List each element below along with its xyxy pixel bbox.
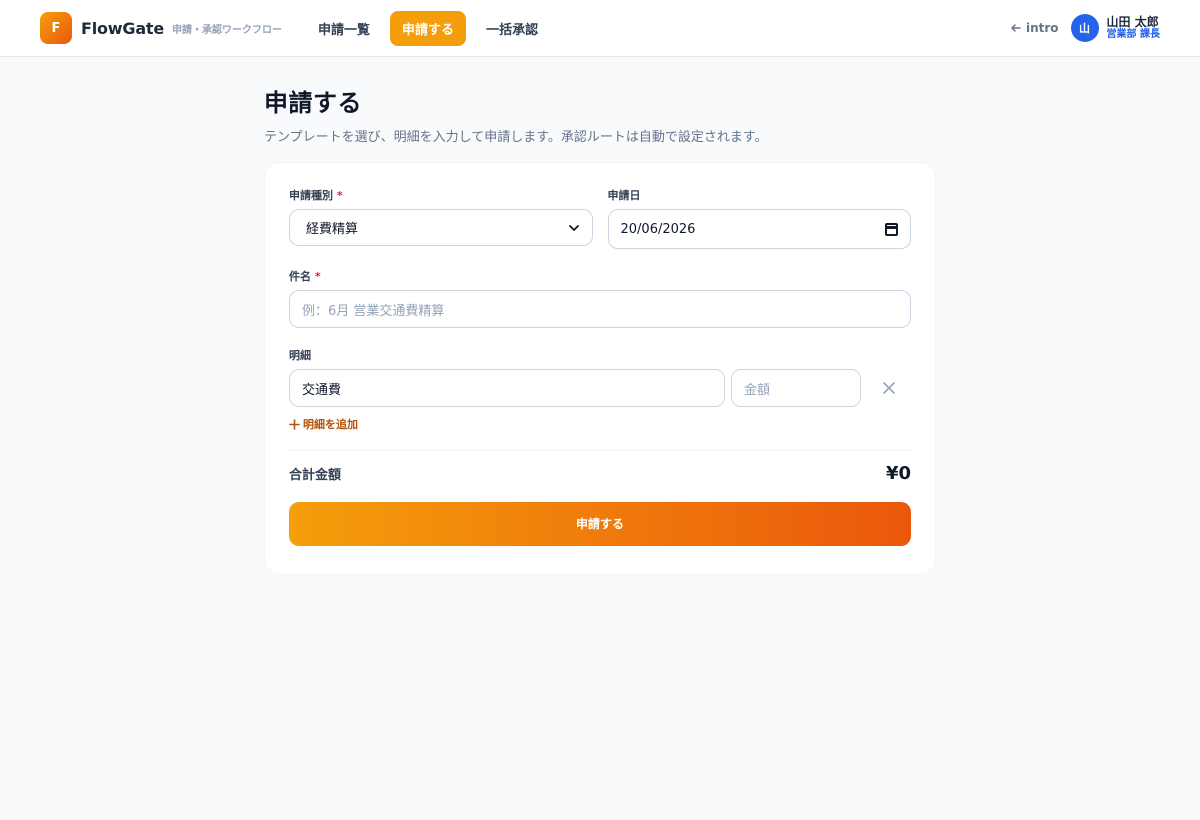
nav-item-bulk-approve[interactable]: 一括承認 [474,11,550,46]
date-field: 申請日 20/06/2026 [607,187,911,249]
subject-label: 件名 * [289,270,321,283]
type-select[interactable]: 経費精算 [289,209,593,246]
page-title: 申請する [264,89,362,117]
line-item-row: 交通費 金額 [289,369,911,407]
nav-item-new-request[interactable]: 申請する [390,10,467,46]
total-label: 合計金額 [289,467,342,483]
type-label: 申請種別 * [289,189,343,202]
lines-label: 明細 [289,349,311,362]
page-description: テンプレートを選び、明細を入力して申請します。承認ルートは自動で設定されます。 [264,130,768,145]
type-select-value: 経費精算 [306,222,359,237]
user-role: 営業部 課長 [1106,29,1160,41]
subject-placeholder: 例：6月 営業交通費精算 [302,303,445,319]
amount-input[interactable]: 金額 [731,369,861,407]
add-line-button[interactable]: 明細を追加 [289,416,358,432]
intro-label: intro [1025,21,1059,35]
intro-link[interactable]: intro [1010,21,1059,35]
nav-item-request-list[interactable]: 申請一覧 [306,11,382,46]
top-header: F FlowGate 申請・承認ワークフロー 申請一覧 申請する 一括承認 in… [0,0,1200,57]
type-field: 申請種別 * 経費精算 [289,187,593,249]
plus-icon [289,418,300,430]
total-value: ¥0 [885,462,911,484]
main-content: 申請する テンプレートを選び、明細を入力して申請します。承認ルートは自動で設定さ… [264,57,936,575]
calendar-icon[interactable] [885,222,898,236]
brand-subtitle: 申請・承認ワークフロー [172,24,283,36]
brand-name: FlowGate [81,18,165,38]
header-right: intro 山 山田 太郎 営業部 課長 [1010,14,1160,42]
main-nav: 申請一覧 申請する 一括承認 [306,10,550,46]
date-label: 申請日 [607,189,641,202]
divider [289,449,911,451]
add-line-label: 明細を追加 [303,418,358,431]
total-row: 合計金額 ¥0 [289,463,911,484]
required-mark: * [336,189,343,202]
chevron-down-icon [568,224,579,231]
user-name: 山田 太郎 [1106,14,1159,29]
subject-input[interactable]: 例：6月 営業交通費精算 [289,290,911,328]
remove-line-button[interactable] [867,369,911,407]
arrow-left-icon [1011,24,1021,32]
type-date-row: 申請種別 * 経費精算 申請日 20/06/2026 [289,187,911,249]
logo-icon: F [40,12,72,44]
avatar[interactable]: 山 [1070,14,1099,42]
request-form-card: 申請種別 * 経費精算 申請日 20/06/2026 件名 * 例：6月 営業交… [264,162,936,575]
line-item-input[interactable]: 交通費 [289,369,725,407]
date-input[interactable]: 20/06/2026 [607,209,911,249]
required-mark: * [314,270,321,283]
line-item-value: 交通費 [302,382,342,398]
lines-section: 明細 交通費 金額 明細を追加 [289,347,911,434]
date-value: 20/06/2026 [620,221,696,237]
submit-button[interactable]: 申請する [289,501,911,546]
amount-placeholder: 金額 [744,382,771,398]
close-icon [883,382,895,394]
user-info: 山田 太郎 営業部 課長 [1107,15,1160,41]
subject-field: 件名 * 例：6月 営業交通費精算 [289,268,911,328]
